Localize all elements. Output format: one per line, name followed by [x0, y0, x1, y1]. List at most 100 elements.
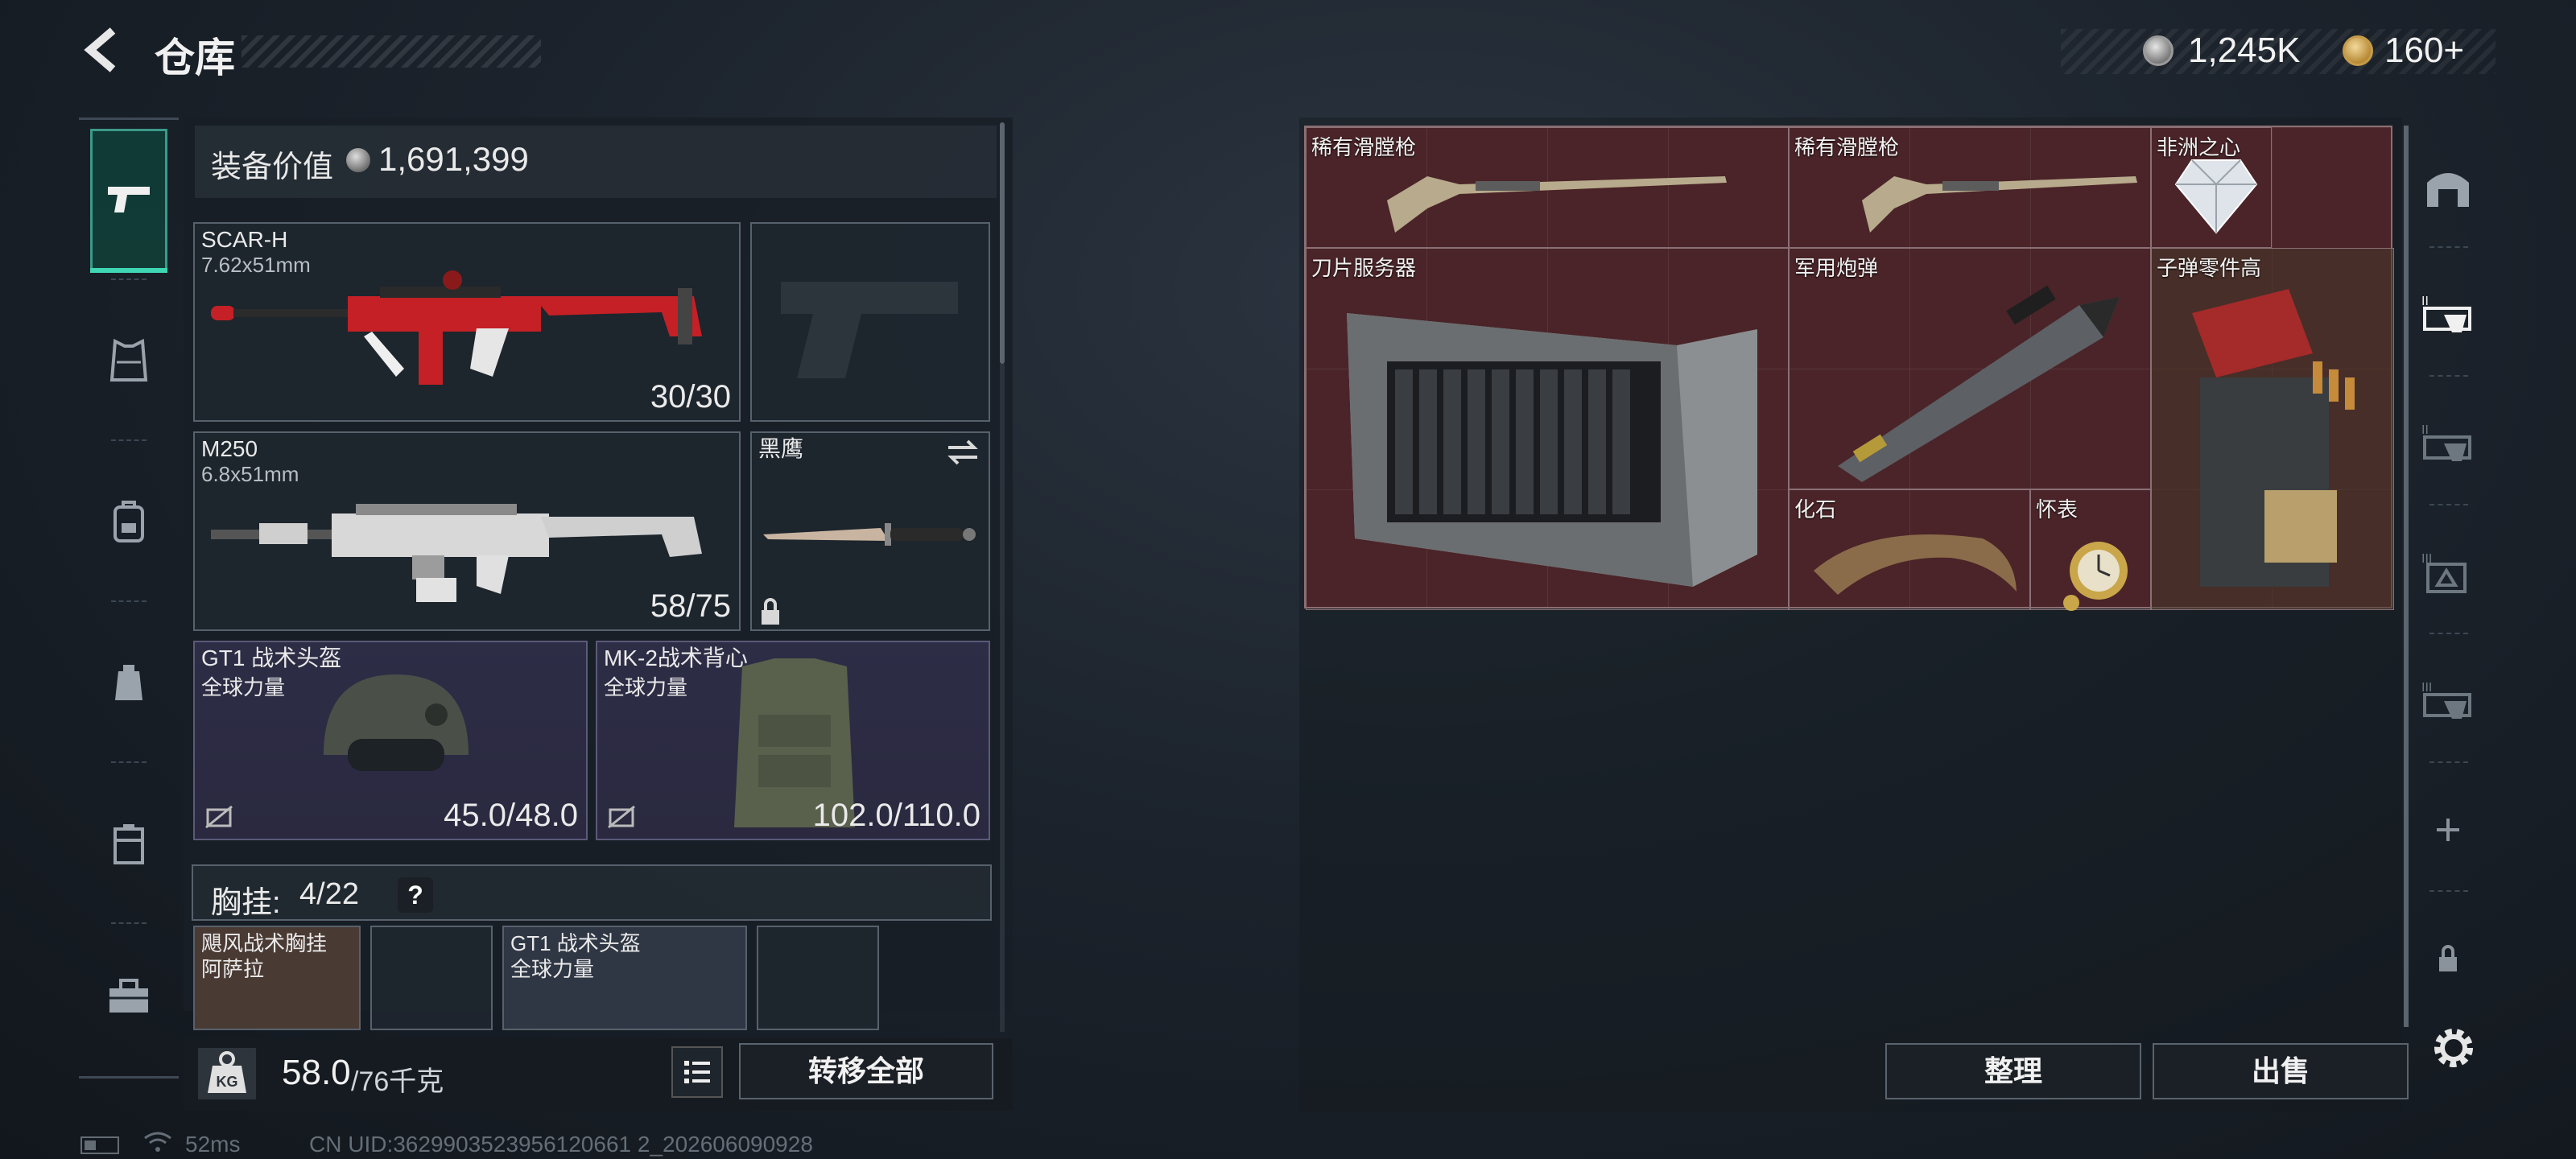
category-tab-toolbox[interactable]: [90, 926, 167, 1067]
diamond-image: [2174, 159, 2258, 234]
case-icon: [114, 824, 144, 864]
storage-tab-4[interactable]: III: [2420, 673, 2476, 729]
storage-scrollbar[interactable]: [2404, 126, 2409, 1027]
knife-image: [763, 523, 976, 546]
weapon-ammo: 30/30: [650, 379, 731, 415]
settings-button[interactable]: [2428, 1022, 2479, 1074]
add-storage-button[interactable]: [2420, 802, 2476, 858]
storage-item[interactable]: 刀片服务器: [1306, 248, 1789, 610]
category-tab-backpack[interactable]: [90, 451, 167, 592]
weight-max: /76千克: [351, 1066, 444, 1097]
weapon-ammo: 58/75: [650, 588, 731, 624]
help-icon[interactable]: ?: [398, 877, 433, 913]
item-name: 怀表: [2036, 497, 2079, 522]
svg-text:II: II: [2421, 423, 2429, 437]
item-name: 刀片服务器: [1311, 256, 1417, 280]
gear-storage-icon: III: [2421, 552, 2467, 593]
helmet-slot[interactable]: GT1 战术头盔 全球力量 45.0/48.0: [193, 641, 588, 840]
helmet-durability: 45.0/48.0: [444, 798, 578, 833]
storage-item[interactable]: 稀有滑膛枪: [1789, 127, 2151, 248]
chest-rig-label: 胸挂:: [211, 886, 281, 920]
pistol-placeholder-icon: [781, 282, 958, 378]
storage-tabs: II II III III: [2412, 118, 2484, 1112]
musket-image: [1387, 176, 1727, 233]
ping-value: 52ms: [185, 1132, 241, 1157]
category-sidebar: [79, 118, 179, 1079]
weight-icon: KG: [198, 1048, 256, 1099]
vest-durability: 102.0/110.0: [812, 798, 980, 833]
vest-icon: [109, 338, 148, 382]
plus-icon: [2437, 819, 2459, 841]
category-tab-case[interactable]: [90, 773, 167, 914]
storage-tab-safehouse[interactable]: [2420, 158, 2476, 214]
item-faction: 全球力量: [510, 957, 595, 981]
ammo-parts-box-image: [2192, 289, 2355, 587]
secondary-weapon-slot[interactable]: M250 6.8x51mm 58/75: [193, 431, 741, 631]
m250-machine-gun-image: [211, 504, 702, 602]
sort-button[interactable]: 整理: [1885, 1043, 2141, 1099]
transfer-all-button[interactable]: 转移全部: [739, 1043, 993, 1099]
chest-rig-item[interactable]: 飓风战术胸挂 阿萨拉: [193, 926, 361, 1030]
wifi-icon: [142, 1130, 174, 1158]
chest-rig-empty-slot[interactable]: [757, 926, 879, 1030]
back-button[interactable]: [77, 24, 129, 76]
category-tab-weapons[interactable]: [90, 129, 167, 273]
helmet-faction: 全球力量: [201, 675, 286, 699]
artillery-shell-image: [1838, 285, 2120, 482]
user-uid: CN UID:3629903523956120661 2_20260609092…: [309, 1132, 813, 1157]
title-decoration: [242, 35, 541, 68]
chest-rig-capacity: 4/22: [299, 877, 359, 911]
weapon-storage-icon: II: [2421, 295, 2471, 332]
storage-tab-2[interactable]: II: [2420, 415, 2476, 472]
fossil-claw-image: [1814, 534, 2017, 595]
svg-text:KG: KG: [217, 1074, 238, 1090]
backpack-icon: [114, 501, 144, 542]
weight-current: 58.0: [282, 1053, 351, 1092]
weapon-name: M250: [201, 436, 258, 461]
sidearm-slot[interactable]: [750, 222, 990, 422]
primary-weapon-slot[interactable]: SCAR-H 7.62x51mm 30/30: [193, 222, 741, 422]
category-tab-armor[interactable]: [90, 290, 167, 431]
musket-image: [1862, 176, 2137, 233]
item-name: 子弹零件高: [2157, 256, 2262, 280]
equipment-scrollbar[interactable]: [1000, 122, 1005, 364]
gold-coin-amount: 160+: [2384, 31, 2465, 70]
silver-coin-icon: [2143, 35, 2174, 66]
no-repair-icon: [205, 805, 233, 829]
storage-item[interactable]: 非洲之心: [2151, 127, 2272, 248]
melee-name: 黑鹰: [758, 436, 804, 461]
storage-item[interactable]: 稀有滑膛枪: [1306, 127, 1789, 248]
vest-faction: 全球力量: [604, 675, 688, 699]
svg-text:III: III: [2421, 681, 2432, 695]
chest-rig-empty-slot[interactable]: [370, 926, 493, 1030]
item-faction: 阿萨拉: [201, 957, 265, 981]
battery-icon: [80, 1136, 119, 1154]
sell-button[interactable]: 出售: [2153, 1043, 2409, 1099]
locked-storage-slot[interactable]: [2420, 930, 2476, 987]
storage-tab-1[interactable]: II: [2420, 287, 2476, 343]
svg-text:II: II: [2421, 295, 2429, 308]
storage-item[interactable]: 化石: [1789, 489, 2030, 610]
storage-item[interactable]: 军用炮弹: [1789, 248, 2151, 489]
storage-item[interactable]: 子弹零件高: [2151, 248, 2394, 610]
list-icon: [684, 1061, 710, 1083]
vest-slot[interactable]: MK-2战术背心 全球力量 102.0/110.0: [596, 641, 990, 840]
gold-coin-icon: [2343, 35, 2373, 66]
pouch-icon: [115, 665, 142, 700]
page-title: 仓库: [155, 35, 235, 80]
safehouse-icon: [2427, 173, 2469, 207]
pistol-icon: [108, 187, 150, 212]
equipment-value-label: 装备价值: [211, 151, 334, 184]
storage-item[interactable]: 怀表: [2030, 489, 2151, 611]
storage-tab-3[interactable]: III: [2420, 544, 2476, 600]
blade-server-image: [1347, 313, 1757, 587]
swap-icon[interactable]: [945, 438, 980, 467]
helmet-image: [324, 674, 469, 771]
list-view-button[interactable]: [671, 1046, 723, 1098]
equipment-scroll-track: [1000, 364, 1005, 1032]
category-tab-pouch[interactable]: [90, 612, 167, 753]
melee-slot[interactable]: 黑鹰: [750, 431, 990, 631]
weapon-storage-icon: III: [2421, 681, 2471, 719]
chest-rig-item[interactable]: GT1 战术头盔 全球力量: [502, 926, 747, 1030]
storage-grid: 稀有滑膛枪 稀有滑膛枪 非洲之心 刀片服务器 军用炮弹 子弹零件高 化石 怀表: [1304, 126, 2394, 611]
